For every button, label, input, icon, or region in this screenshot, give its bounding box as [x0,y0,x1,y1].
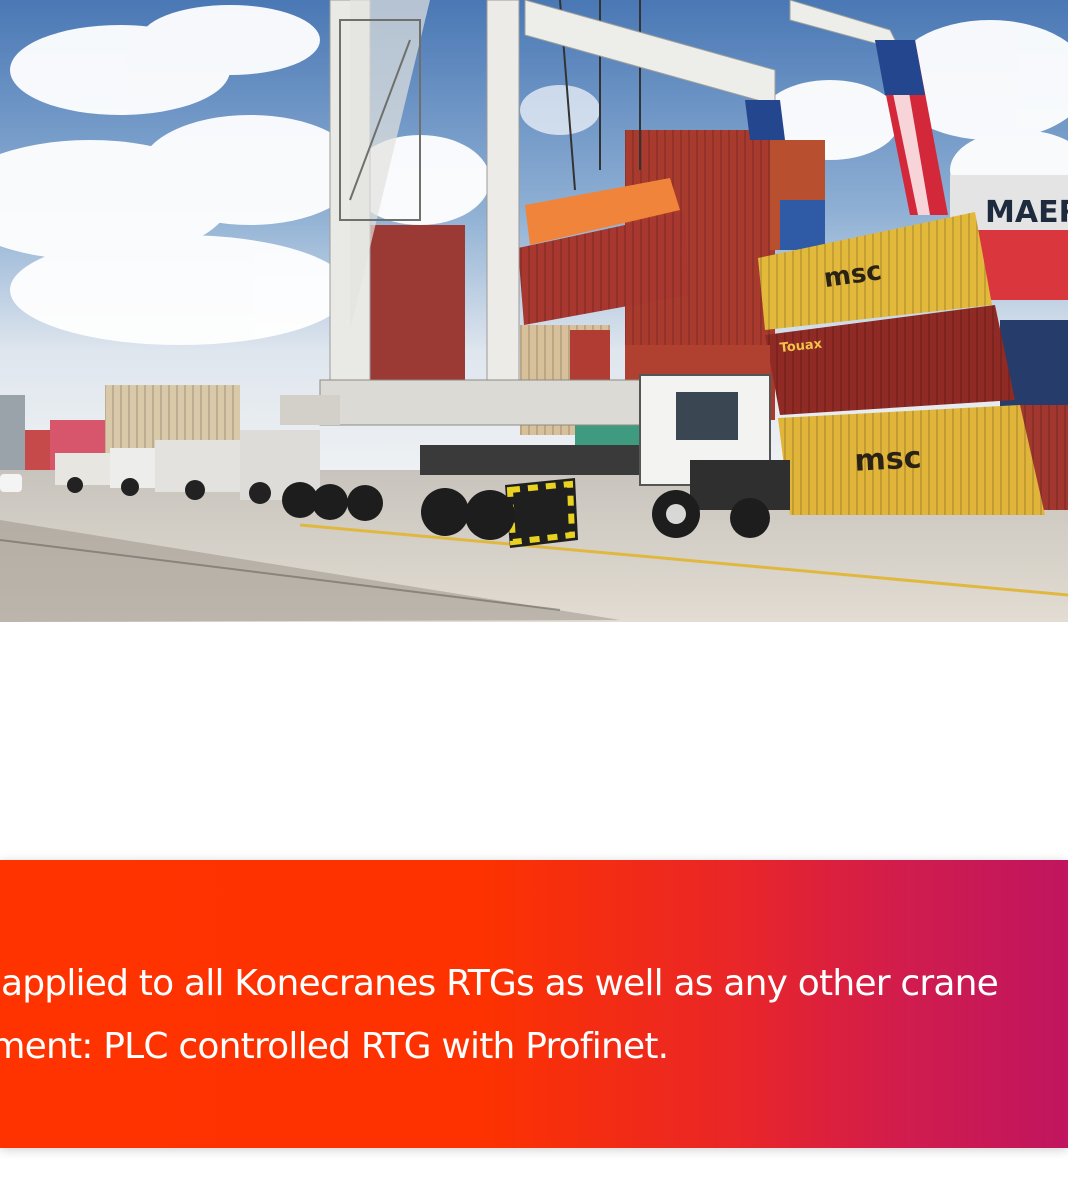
banner-line-1: e applied to all Konecranes RTGs as well… [0,963,999,1004]
page: MAERS msc Touax msc e applied to all Kon… [0,0,1068,1182]
banner-text: e applied to all Konecranes RTGs as well… [0,952,1068,1078]
info-banner: e applied to all Konecranes RTGs as well… [0,860,1068,1148]
container-label-maersk: MAERS [985,195,1068,230]
hero-image: MAERS msc Touax msc [0,0,1068,622]
banner-line-2: ement: PLC controlled RTG with Profinet. [0,1026,669,1067]
container-label-msc-bottom: msc [854,440,923,478]
port-crane-illustration: MAERS msc Touax msc [0,0,1068,622]
